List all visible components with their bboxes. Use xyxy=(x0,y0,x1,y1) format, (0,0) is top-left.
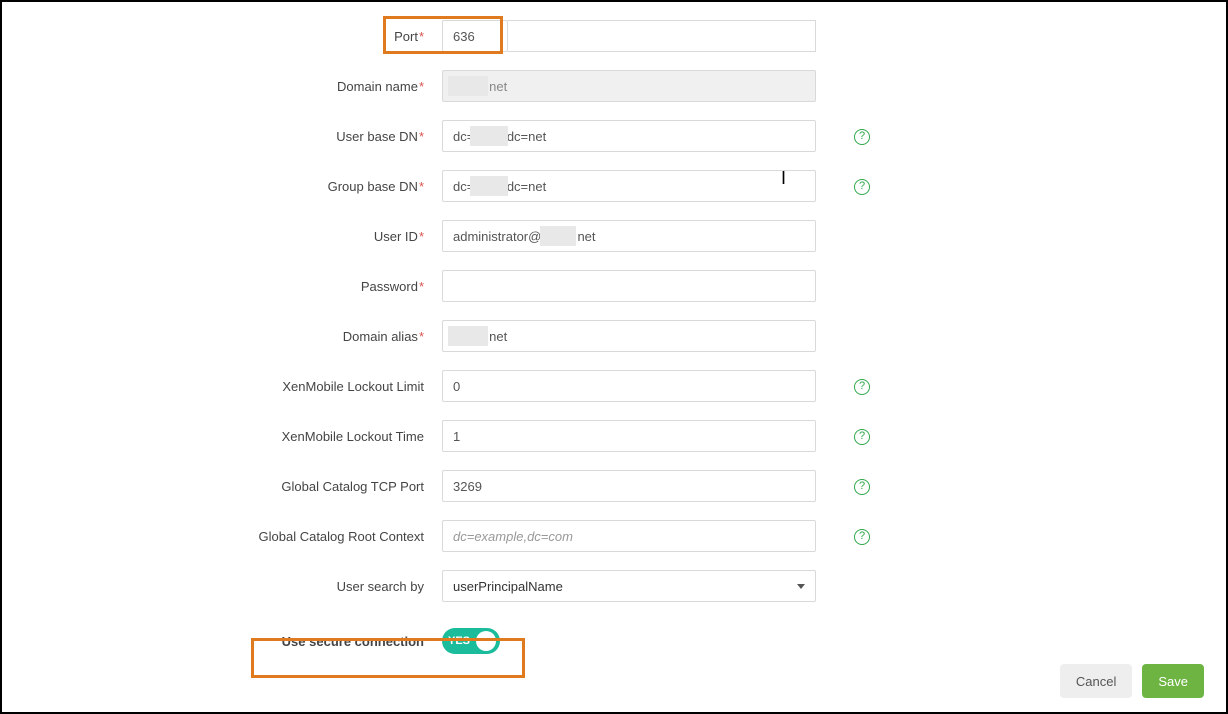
row-gc-root-context: Global Catalog Root Context ? xyxy=(22,520,1206,552)
gc-root-context-input[interactable] xyxy=(442,520,816,552)
row-port: Port* xyxy=(22,20,1206,52)
gc-tcp-port-label: Global Catalog TCP Port xyxy=(22,479,442,494)
domain-name-label: Domain name* xyxy=(22,79,442,94)
port-input[interactable] xyxy=(442,20,508,52)
toggle-knob xyxy=(476,631,496,651)
group-base-dn-input[interactable] xyxy=(442,170,816,202)
lockout-time-label: XenMobile Lockout Time xyxy=(22,429,442,444)
help-icon[interactable]: ? xyxy=(854,529,870,545)
gc-root-context-label: Global Catalog Root Context xyxy=(22,529,442,544)
help-icon[interactable]: ? xyxy=(854,479,870,495)
row-gc-tcp-port: Global Catalog TCP Port ? xyxy=(22,470,1206,502)
user-search-by-select[interactable]: userPrincipalName xyxy=(442,570,816,602)
user-id-label: User ID* xyxy=(22,229,442,244)
row-lockout-limit: XenMobile Lockout Limit ? xyxy=(22,370,1206,402)
port-input-ext xyxy=(508,20,816,52)
help-icon[interactable]: ? xyxy=(854,429,870,445)
save-button[interactable]: Save xyxy=(1142,664,1204,698)
row-user-base-dn: User base DN* ? xyxy=(22,120,1206,152)
domain-alias-input[interactable] xyxy=(442,320,816,352)
port-label: Port* xyxy=(22,29,442,44)
password-input[interactable] xyxy=(442,270,816,302)
lockout-limit-label: XenMobile Lockout Limit xyxy=(22,379,442,394)
user-search-by-label: User search by xyxy=(22,579,442,594)
lockout-limit-input[interactable] xyxy=(442,370,816,402)
password-label: Password* xyxy=(22,279,442,294)
cancel-button[interactable]: Cancel xyxy=(1060,664,1132,698)
use-secure-toggle[interactable]: YES xyxy=(442,628,500,654)
domain-name-input xyxy=(442,70,816,102)
lockout-time-input[interactable] xyxy=(442,420,816,452)
row-user-search-by: User search by userPrincipalName xyxy=(22,570,1206,602)
help-icon[interactable]: ? xyxy=(854,129,870,145)
row-user-id: User ID* xyxy=(22,220,1206,252)
help-icon[interactable]: ? xyxy=(854,379,870,395)
user-id-input[interactable] xyxy=(442,220,816,252)
footer-buttons: Cancel Save xyxy=(1060,664,1204,698)
help-icon[interactable]: ? xyxy=(854,179,870,195)
row-use-secure: Use secure connection YES xyxy=(22,628,1206,654)
row-domain-name: Domain name* xyxy=(22,70,1206,102)
user-base-dn-label: User base DN* xyxy=(22,129,442,144)
toggle-state-label: YES xyxy=(448,635,470,647)
row-password: Password* xyxy=(22,270,1206,302)
user-base-dn-input[interactable] xyxy=(442,120,816,152)
row-domain-alias: Domain alias* xyxy=(22,320,1206,352)
row-group-base-dn: Group base DN* ? xyxy=(22,170,1206,202)
user-search-by-value: userPrincipalName xyxy=(453,579,563,594)
gc-tcp-port-input[interactable] xyxy=(442,470,816,502)
chevron-down-icon xyxy=(797,584,805,589)
domain-alias-label: Domain alias* xyxy=(22,329,442,344)
group-base-dn-label: Group base DN* xyxy=(22,179,442,194)
use-secure-label: Use secure connection xyxy=(22,634,442,649)
row-lockout-time: XenMobile Lockout Time ? xyxy=(22,420,1206,452)
